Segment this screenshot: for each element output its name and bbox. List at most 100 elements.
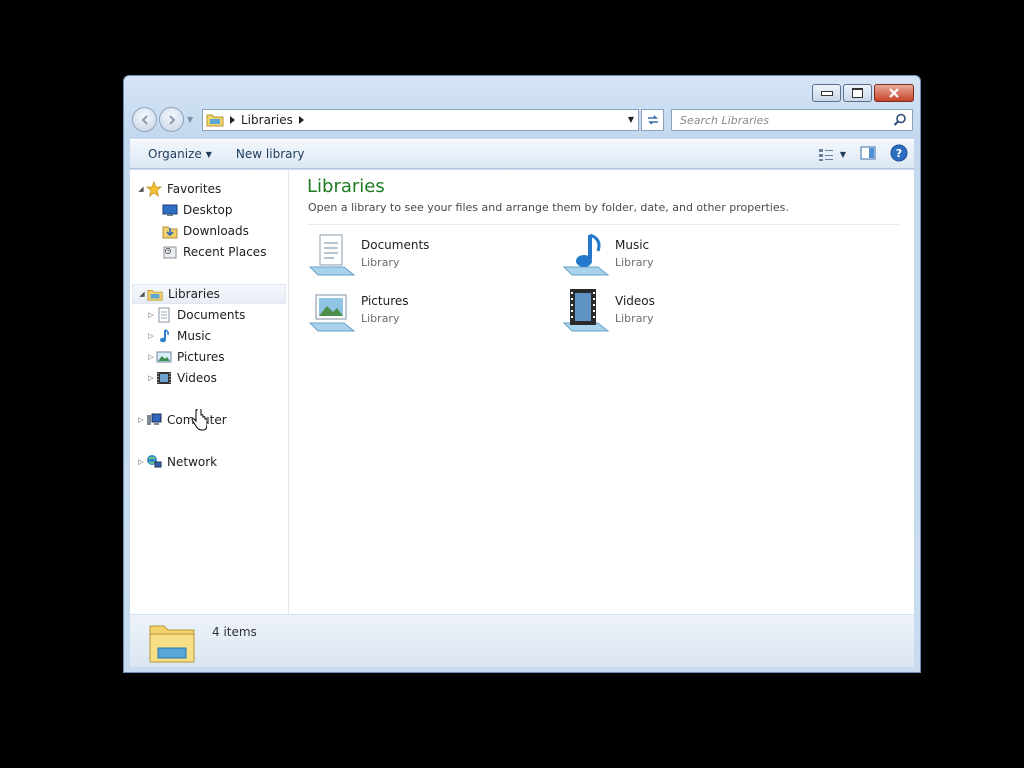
maximize-icon <box>852 88 863 98</box>
hand-cursor-icon <box>191 407 208 434</box>
back-button[interactable] <box>132 107 157 132</box>
address-bar[interactable]: Libraries ▼ <box>202 109 639 131</box>
library-name: Documents <box>361 238 430 252</box>
computer-icon <box>146 412 162 428</box>
header-divider <box>307 224 899 225</box>
pictures-library-icon <box>307 286 357 336</box>
videos-library-icon <box>561 286 611 336</box>
search-box[interactable] <box>671 109 913 131</box>
libraries-icon <box>147 286 163 302</box>
page-subtitle: Open a library to see your files and arr… <box>308 201 789 214</box>
library-pictures[interactable]: Pictures Library <box>307 286 547 338</box>
nav-videos-label: Videos <box>177 371 217 385</box>
help-button[interactable]: ? <box>890 144 908 165</box>
nav-documents-label: Documents <box>177 308 246 322</box>
expand-icon[interactable]: ▷ <box>146 311 156 319</box>
library-name: Pictures <box>361 294 409 308</box>
library-documents[interactable]: Documents Library <box>307 230 547 282</box>
documents-icon <box>156 307 172 323</box>
expand-icon[interactable]: ▷ <box>146 353 156 361</box>
nav-favorites-label: Favorites <box>167 182 222 196</box>
close-button[interactable] <box>874 84 914 102</box>
expand-icon[interactable]: ▷ <box>146 374 156 382</box>
svg-text:?: ? <box>896 147 902 160</box>
refresh-icon <box>647 115 658 125</box>
expand-collapse-icon[interactable]: ◢ <box>137 290 147 298</box>
nav-libraries-label: Libraries <box>168 287 220 301</box>
music-icon <box>156 328 172 344</box>
nav-pictures-label: Pictures <box>177 350 225 364</box>
nav-documents[interactable]: ▷ Documents <box>146 305 245 325</box>
organize-label: Organize <box>148 147 202 161</box>
recent-pages-dropdown[interactable]: ▼ <box>187 115 197 124</box>
view-options-icon <box>818 148 833 161</box>
music-library-icon <box>561 230 611 280</box>
recent-places-icon <box>162 244 178 260</box>
minimize-button[interactable] <box>812 84 841 102</box>
search-icon[interactable] <box>893 113 907 130</box>
view-dropdown-icon: ▼ <box>839 150 846 159</box>
breadcrumb-chevron-icon[interactable] <box>298 116 304 124</box>
nav-network[interactable]: ▷ Network <box>136 452 217 472</box>
page-title: Libraries <box>307 176 385 197</box>
details-pane: 4 items <box>130 615 914 667</box>
library-music[interactable]: Music Library <box>561 230 801 282</box>
downloads-icon <box>162 223 178 239</box>
library-type: Library <box>361 256 400 269</box>
network-icon <box>146 454 162 470</box>
minimize-icon <box>820 90 833 96</box>
documents-library-icon <box>307 230 357 280</box>
caption-buttons <box>812 84 914 102</box>
forward-arrow-icon <box>168 114 175 125</box>
explorer-window: ▼ Libraries ▼ Organize ▼ New library ▼ <box>123 75 921 673</box>
expand-icon[interactable]: ▷ <box>136 416 146 424</box>
organize-dropdown-icon: ▼ <box>205 149 212 159</box>
libraries-folder-icon <box>206 111 224 130</box>
expand-icon[interactable]: ▷ <box>136 458 146 466</box>
item-count: 4 items <box>212 625 257 639</box>
content-area: ◢ Favorites Desktop Downloads Recent Pla… <box>130 170 914 615</box>
breadcrumb-libraries[interactable]: Libraries <box>241 113 293 127</box>
nav-desktop-label: Desktop <box>183 203 233 217</box>
nav-downloads[interactable]: Downloads <box>162 221 249 241</box>
library-videos[interactable]: Videos Library <box>561 286 801 338</box>
main-pane: Libraries Open a library to see your fil… <box>289 170 914 614</box>
pictures-icon <box>156 349 172 365</box>
help-icon: ? <box>890 144 908 162</box>
nav-videos[interactable]: ▷ Videos <box>146 368 217 388</box>
library-name: Videos <box>615 294 655 308</box>
nav-downloads-label: Downloads <box>183 224 249 238</box>
expand-collapse-icon[interactable]: ◢ <box>136 185 146 193</box>
refresh-button[interactable] <box>641 109 664 131</box>
nav-music[interactable]: ▷ Music <box>146 326 211 346</box>
library-type: Library <box>615 312 654 325</box>
expand-icon[interactable]: ▷ <box>146 332 156 340</box>
library-type: Library <box>615 256 654 269</box>
nav-music-label: Music <box>177 329 212 343</box>
forward-button[interactable] <box>159 107 184 132</box>
desktop-icon <box>162 202 178 218</box>
videos-icon <box>156 370 172 386</box>
maximize-button[interactable] <box>843 84 872 102</box>
address-dropdown-icon[interactable]: ▼ <box>628 115 634 124</box>
nav-pictures[interactable]: ▷ Pictures <box>146 347 225 367</box>
navigation-buttons: ▼ <box>132 107 197 132</box>
libraries-large-icon <box>148 618 196 667</box>
nav-libraries[interactable]: ◢ Libraries <box>132 284 286 304</box>
nav-recent-places-label: Recent Places <box>183 245 267 259</box>
new-library-button[interactable]: New library <box>230 143 311 165</box>
view-controls: ▼ ? <box>818 144 908 165</box>
favorites-star-icon <box>146 181 162 197</box>
preview-pane-icon <box>860 146 876 160</box>
nav-recent-places[interactable]: Recent Places <box>162 242 266 262</box>
organize-button[interactable]: Organize ▼ <box>142 143 218 165</box>
change-view-button[interactable]: ▼ <box>818 148 846 162</box>
nav-network-label: Network <box>167 455 218 469</box>
nav-favorites[interactable]: ◢ Favorites <box>136 179 221 199</box>
preview-pane-button[interactable] <box>860 146 876 163</box>
breadcrumb-separator-icon[interactable] <box>230 116 235 124</box>
nav-desktop[interactable]: Desktop <box>162 200 233 220</box>
nav-computer[interactable]: ▷ Computer <box>136 410 226 430</box>
search-input[interactable] <box>678 112 892 128</box>
navigation-pane: ◢ Favorites Desktop Downloads Recent Pla… <box>130 170 289 614</box>
